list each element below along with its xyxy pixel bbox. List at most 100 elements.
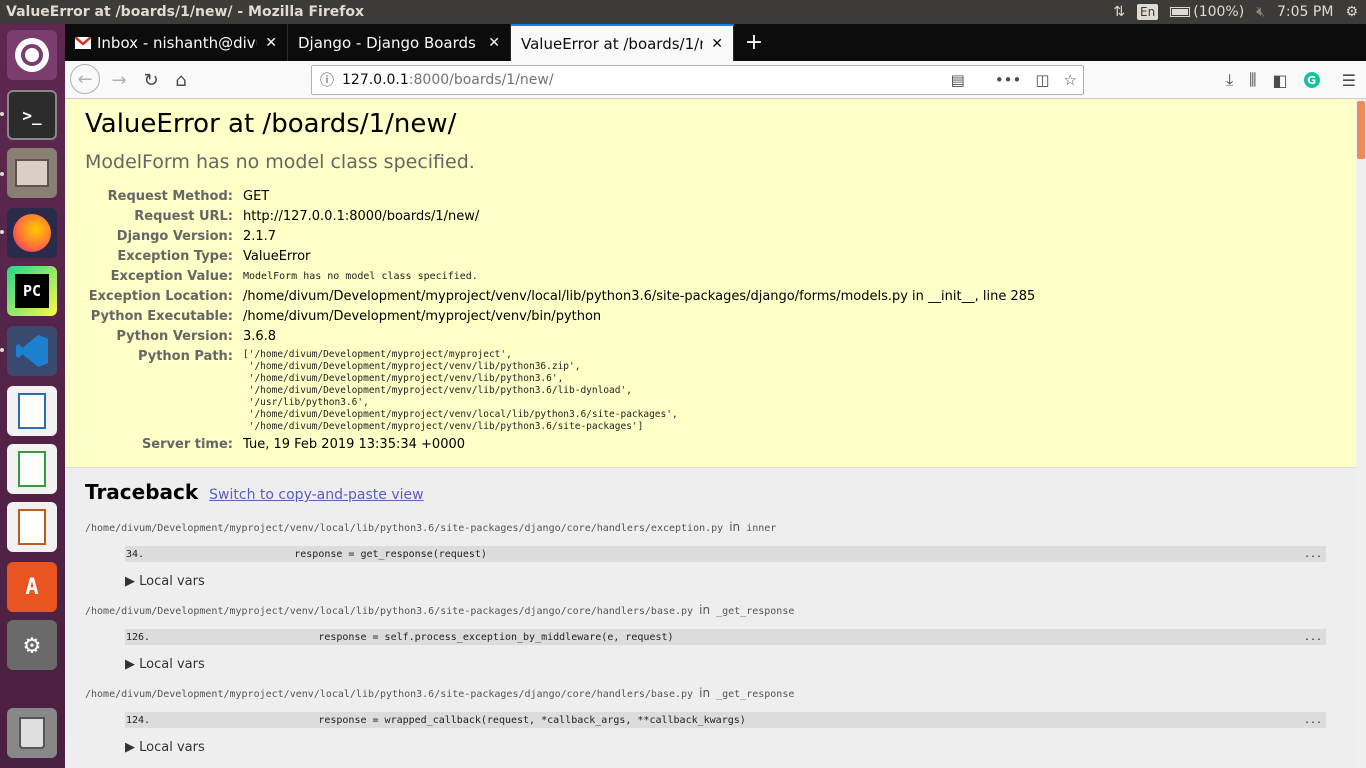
browser-tab-bar: Inbox - nishanth@divum ✕ Django - Django… — [65, 24, 1366, 61]
expand-context-dots[interactable]: ... — [1304, 715, 1322, 726]
page-content: ValueError at /boards/1/new/ ModelForm h… — [65, 99, 1356, 768]
writer-icon[interactable] — [7, 386, 57, 436]
frame-lineno: 124. — [126, 714, 151, 726]
meta-value: /home/divum/Development/myproject/venv/l… — [243, 289, 1036, 304]
impress-icon[interactable] — [7, 502, 57, 552]
page-scrollbar[interactable] — [1356, 99, 1366, 768]
meta-row: Python Path: ['/home/divum/Development/my… — [85, 347, 1336, 433]
frame-file-path: /home/divum/Development/myproject/venv/l… — [85, 686, 1336, 700]
frame-code: response = self.process_exception_by_mid… — [222, 631, 674, 643]
hamburger-menu-icon[interactable]: ☰ — [1342, 71, 1356, 90]
frame-lineno: 126. — [126, 631, 151, 643]
unity-launcher: >_ PC A ⚙ — [0, 24, 65, 768]
sidebar-icon[interactable]: ◧ — [1273, 71, 1288, 90]
clock[interactable]: 7:05 PM — [1277, 4, 1333, 20]
meta-value: ModelForm has no model class specified. — [243, 271, 478, 282]
expand-context-dots[interactable]: ... — [1304, 549, 1322, 560]
tab-valueerror[interactable]: ValueError at /boards/1/new/ ✕ — [511, 24, 734, 61]
frame-function: inner — [746, 523, 777, 534]
forward-button[interactable]: → — [105, 66, 133, 94]
meta-row: Server time: Tue, 19 Feb 2019 13:35:34 +0… — [85, 435, 1336, 455]
toolbar-right: ⤓ ⫼ ◧ G ☰ — [1210, 66, 1356, 94]
url-host: 127.0.0.1 — [342, 72, 409, 88]
frame-function: _get_response — [716, 606, 795, 617]
frame-in: in — [699, 603, 711, 617]
close-tab-icon[interactable]: ✕ — [488, 35, 500, 51]
files-running-indicator — [0, 172, 4, 176]
traceback-heading: Traceback Switch to copy-and-paste view — [85, 480, 1336, 504]
system-settings-icon[interactable]: ⚙ — [7, 620, 57, 670]
frame-file: /home/divum/Development/myproject/venv/l… — [85, 689, 694, 700]
error-subtitle: ModelForm has no model class specified. — [85, 151, 475, 173]
tab-title: Django - Django Boards — [298, 33, 476, 52]
reader-view-icon[interactable]: ▤ — [951, 71, 965, 89]
frame-file-path: /home/divum/Development/myproject/venv/l… — [85, 520, 1336, 534]
meta-row: Request URL: http://127.0.0.1:8000/boards… — [85, 207, 1336, 227]
local-vars-toggle[interactable]: ▶ Local vars — [125, 657, 1336, 672]
firefox-icon[interactable] — [7, 208, 57, 258]
volume-muted-icon[interactable]: 🔇︎ — [1256, 4, 1265, 20]
expand-context-dots[interactable]: ... — [1304, 632, 1322, 643]
frame-context-line[interactable]: 124. response = wrapped_callback(request… — [125, 712, 1326, 728]
url-bar[interactable]: ⓘ 127.0.0.1:8000/boards/1/new/ ▤ ••• ◫ ☆ — [311, 65, 1084, 95]
meta-row: Exception Location: /home/divum/Developme… — [85, 287, 1336, 307]
home-button[interactable]: ⌂ — [167, 66, 195, 94]
frame-file: /home/divum/Development/myproject/venv/l… — [85, 606, 694, 617]
indicator-area: ⇅ En (100%) 🔇︎ 7:05 PM ⚙ — [1113, 0, 1366, 24]
window-title: ValueError at /boards/1/new/ - Mozilla F… — [6, 4, 364, 20]
network-icon[interactable]: ⇅ — [1113, 4, 1125, 20]
back-button[interactable]: ← — [70, 64, 100, 94]
bookmark-star-icon[interactable]: ☆ — [1064, 71, 1077, 89]
copy-paste-view-link[interactable]: Switch to copy-and-paste view — [209, 487, 423, 503]
gmail-icon — [75, 35, 91, 51]
trash-icon[interactable] — [7, 708, 57, 758]
page-actions-icon[interactable]: ••• — [995, 71, 1022, 89]
close-tab-icon[interactable]: ✕ — [265, 35, 277, 51]
traceback-frame: /home/divum/Development/myproject/venv/l… — [85, 603, 1336, 672]
battery-indicator[interactable]: (100%) — [1170, 4, 1244, 20]
tab-gmail-inbox[interactable]: Inbox - nishanth@divum ✕ — [65, 24, 288, 61]
top-panel: ValueError at /boards/1/new/ - Mozilla F… — [0, 0, 1366, 24]
battery-icon — [1170, 7, 1191, 17]
new-tab-button[interactable]: + — [734, 24, 774, 61]
site-info-icon[interactable]: ⓘ — [312, 70, 342, 90]
terminal-icon[interactable]: >_ — [7, 90, 57, 140]
settings-gear-icon[interactable]: ⚙ — [1345, 4, 1358, 20]
meta-value: http://127.0.0.1:8000/boards/1/new/ — [243, 209, 480, 224]
software-center-icon[interactable]: A — [7, 562, 57, 612]
keyboard-layout-indicator[interactable]: En — [1137, 4, 1159, 20]
reload-button[interactable]: ↻ — [137, 66, 165, 94]
frame-context-line[interactable]: 126. response = self.process_exception_b… — [125, 629, 1326, 645]
vscode-icon[interactable] — [7, 326, 57, 376]
traceback-frame: /home/divum/Development/myproject/venv/l… — [85, 520, 1336, 589]
scrollbar-thumb[interactable] — [1357, 101, 1365, 159]
traceback-section: Traceback Switch to copy-and-paste view … — [65, 468, 1356, 768]
firefox-running-indicator — [0, 230, 4, 234]
library-icon[interactable]: ⫼ — [1249, 70, 1256, 90]
ubuntu-dash-icon[interactable] — [7, 30, 57, 80]
local-vars-toggle[interactable]: ▶ Local vars — [125, 740, 1336, 755]
pycharm-icon[interactable]: PC — [7, 266, 57, 316]
meta-row: Exception Value: ModelForm has no model c… — [85, 267, 1336, 287]
downloads-icon[interactable]: ⤓ — [1226, 70, 1233, 90]
tab-title: ValueError at /boards/1/new/ — [521, 34, 703, 53]
meta-row: Python Executable: /home/divum/Developmen… — [85, 307, 1336, 327]
files-icon[interactable] — [7, 148, 57, 198]
traceback-title: Traceback — [85, 480, 199, 504]
grammarly-icon[interactable]: G — [1303, 72, 1320, 88]
close-tab-icon[interactable]: ✕ — [711, 36, 723, 52]
tab-django-boards[interactable]: Django - Django Boards ✕ — [288, 24, 511, 61]
calc-icon[interactable] — [7, 444, 57, 494]
meta-key: Python Version: — [116, 329, 233, 344]
error-title: ValueError at /boards/1/new/ — [85, 109, 457, 139]
meta-row: Django Version: 2.1.7 — [85, 227, 1336, 247]
meta-value: ValueError — [243, 249, 311, 264]
traceback-frame: /home/divum/Development/myproject/venv/l… — [85, 686, 1336, 755]
meta-key: Exception Location: — [88, 289, 233, 304]
frame-context-line[interactable]: 34. response = get_response(request)... — [125, 546, 1326, 562]
frame-function: _get_response — [716, 689, 795, 700]
meta-key: Exception Value: — [110, 269, 233, 284]
local-vars-toggle[interactable]: ▶ Local vars — [125, 574, 1336, 589]
pocket-icon[interactable]: ◫ — [1035, 71, 1049, 89]
meta-value: Tue, 19 Feb 2019 13:35:34 +0000 — [243, 437, 466, 452]
